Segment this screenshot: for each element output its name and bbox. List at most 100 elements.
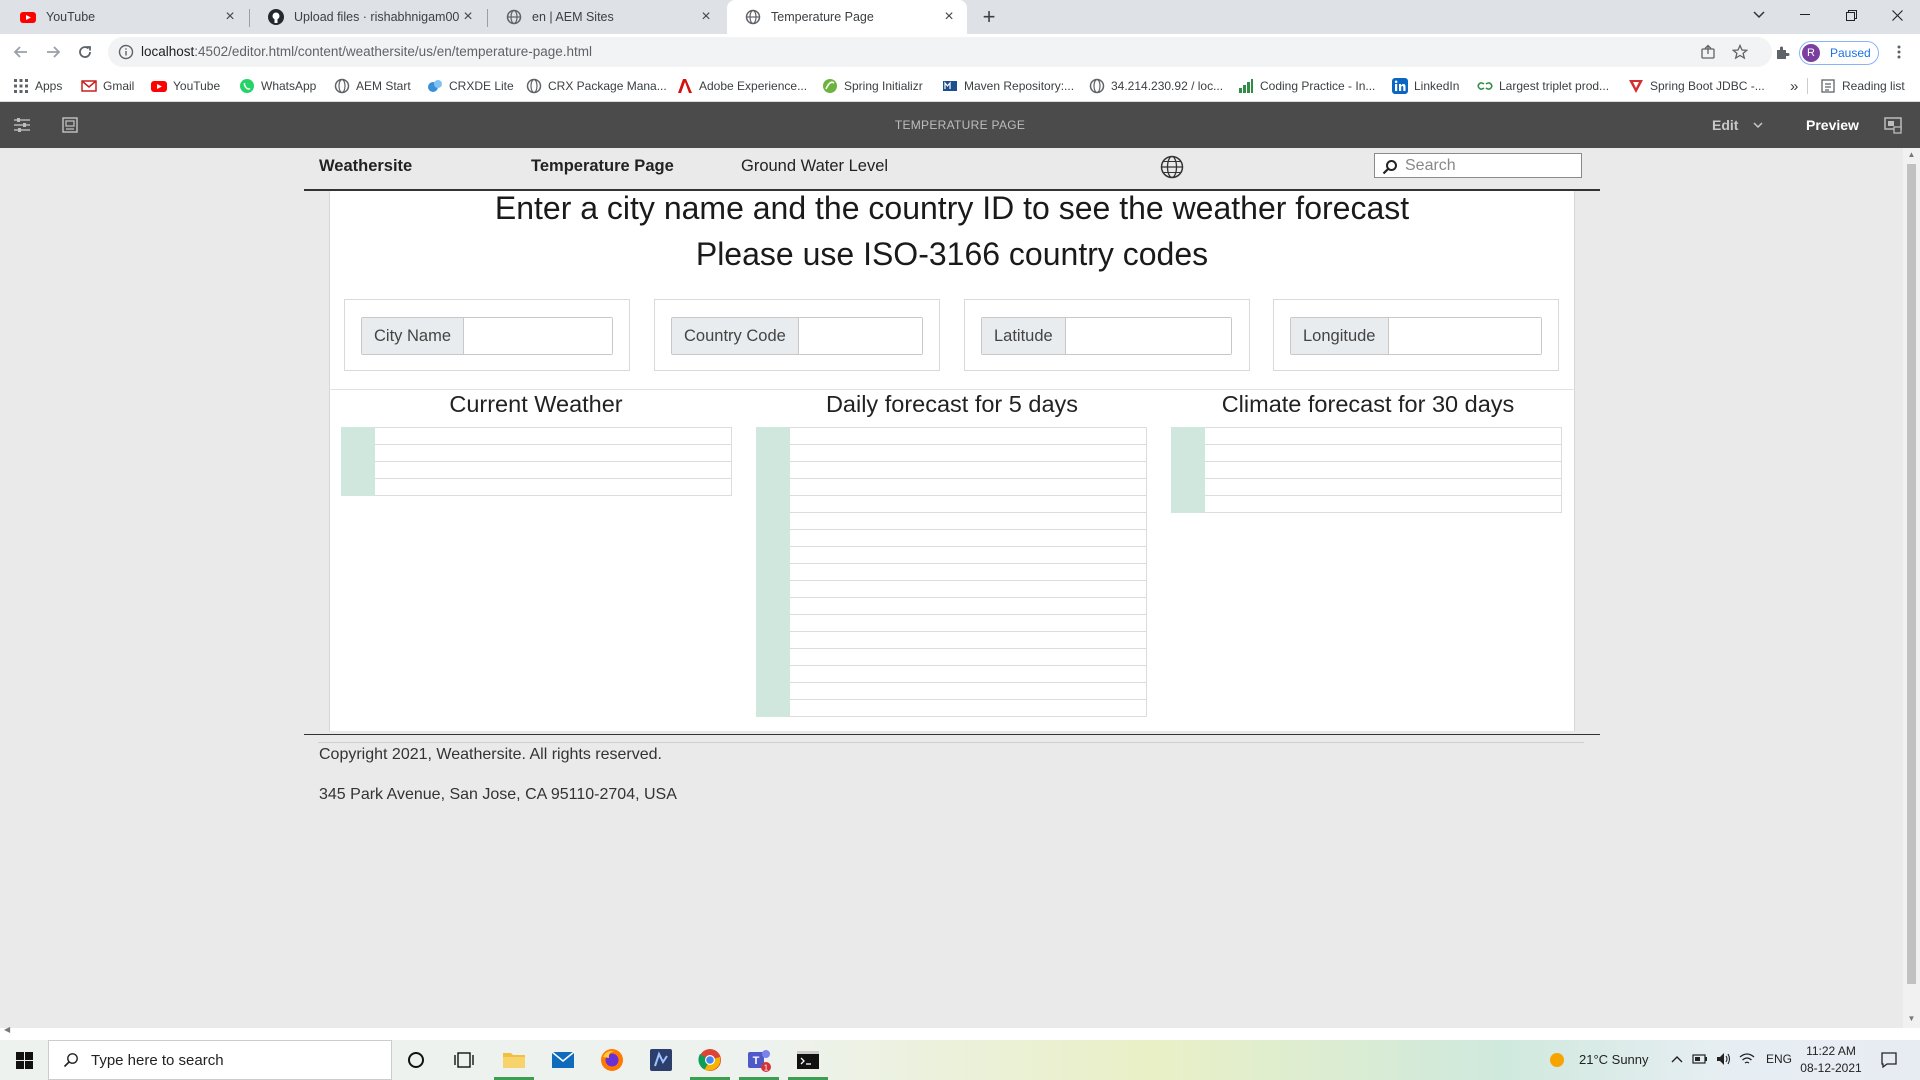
site-search-box[interactable] [1374, 153, 1582, 178]
start-button[interactable] [0, 1040, 48, 1080]
star-icon[interactable] [1732, 44, 1748, 60]
battery-icon[interactable] [1692, 1053, 1708, 1065]
eclipse-ide-button[interactable] [647, 1046, 675, 1074]
tab-aem-sites[interactable]: en | AEM Sites × [488, 0, 724, 34]
footer-divider-light [318, 742, 1584, 743]
cortana-circle-icon [408, 1052, 424, 1068]
site-brand[interactable]: Weathersite [319, 157, 412, 176]
chrome-button[interactable] [696, 1046, 724, 1074]
reading-list-button[interactable]: Reading list [1820, 70, 1905, 102]
close-icon[interactable]: × [460, 9, 476, 25]
city-name-input[interactable] [464, 318, 612, 354]
file-explorer-button[interactable] [500, 1046, 528, 1074]
taskbar-search-box[interactable]: Type here to search [48, 1040, 392, 1080]
bookmark-apps[interactable]: Apps [13, 70, 62, 102]
table-row [756, 444, 1147, 462]
bookmark-crxde-lite[interactable]: CRXDE Lite [427, 70, 514, 102]
row-label-cell [756, 631, 790, 649]
adobe-icon [678, 79, 692, 93]
row-value-cell [789, 648, 1147, 666]
language-globe-icon[interactable] [1160, 155, 1184, 179]
nav-item-temperature-page[interactable]: Temperature Page [531, 157, 674, 176]
bookmark-spring-boot-jdbc[interactable]: Spring Boot JDBC -... [1628, 70, 1765, 102]
nav-item-ground-water-level[interactable]: Ground Water Level [741, 157, 888, 176]
terminal-button[interactable] [794, 1046, 822, 1074]
reload-icon [79, 46, 91, 58]
table-row [756, 546, 1147, 564]
bookmark-gmail[interactable]: Gmail [81, 70, 134, 102]
table-row [341, 427, 732, 445]
language-indicator[interactable]: ENG [1766, 1052, 1792, 1066]
bookmark-coding-practice[interactable]: Coding Practice - In... [1238, 70, 1375, 102]
task-view-button[interactable] [450, 1046, 478, 1074]
vertical-scrollbar[interactable]: ▲ ▼ [1903, 148, 1920, 1028]
table-row [756, 427, 1147, 445]
row-label-cell [756, 529, 790, 547]
longitude-input[interactable] [1388, 318, 1541, 354]
bookmark-crx-package-manager[interactable]: CRX Package Mana... [526, 70, 667, 102]
mail-button[interactable] [549, 1046, 577, 1074]
new-tab-button[interactable]: + [977, 5, 1001, 29]
bookmark-aem-start[interactable]: AEM Start [334, 70, 411, 102]
scroll-left-arrow-icon[interactable]: ◀ [4, 1025, 10, 1034]
close-window-button[interactable] [1874, 0, 1920, 30]
bookmark-largest-triplet[interactable]: Largest triplet prod... [1477, 70, 1609, 102]
teams-button[interactable]: T1 [745, 1046, 773, 1074]
kebab-menu-icon[interactable] [1891, 44, 1907, 60]
bookmark-whatsapp[interactable]: WhatsApp [239, 70, 316, 102]
climate-forecast-title: Climate forecast for 30 days [1221, 391, 1515, 417]
tab-github-upload[interactable]: Upload files · rishabhnigam007/A × [250, 0, 486, 34]
taskbar-clock[interactable]: 11:22 AM 08-12-2021 [1796, 1043, 1866, 1077]
extensions-icon[interactable] [1774, 44, 1790, 60]
forward-button[interactable] [41, 40, 65, 64]
bookmark-youtube[interactable]: YouTube [151, 70, 220, 102]
profile-button[interactable]: R Paused [1799, 41, 1879, 65]
chevron-up-icon[interactable] [1671, 1055, 1683, 1063]
restore-button[interactable] [1828, 0, 1874, 30]
cortana-button[interactable] [402, 1046, 430, 1074]
table-row [756, 495, 1147, 513]
url-host: localhost [141, 44, 195, 59]
search-input[interactable] [1405, 156, 1577, 176]
volume-icon[interactable] [1716, 1052, 1732, 1066]
close-icon[interactable]: × [222, 9, 238, 25]
emulator-icon[interactable] [1883, 115, 1903, 135]
row-value-cell [789, 461, 1147, 479]
scroll-down-arrow-icon[interactable]: ▼ [1907, 1014, 1916, 1023]
notification-icon[interactable] [1880, 1051, 1898, 1069]
back-button[interactable] [9, 40, 33, 64]
bookmark-phpmyadmin[interactable]: 34.214.230.92 / loc... [1089, 70, 1223, 102]
bookmark-linkedin[interactable]: LinkedIn [1392, 70, 1459, 102]
tab-search-button[interactable] [1736, 0, 1782, 30]
address-bar[interactable]: localhost:4502/editor.html/content/weath… [108, 37, 1772, 67]
bookmark-maven-repository[interactable]: Maven Repository:... [942, 70, 1074, 102]
latitude-input[interactable] [1065, 318, 1231, 354]
country-code-input[interactable] [798, 318, 922, 354]
share-icon[interactable] [1700, 44, 1716, 60]
scrollbar-thumb[interactable] [1907, 164, 1916, 984]
minimize-button[interactable] [1782, 0, 1828, 30]
bookmark-spring-initializr[interactable]: Spring Initializr [822, 70, 923, 102]
wifi-icon[interactable] [1739, 1052, 1755, 1066]
scroll-up-arrow-icon[interactable]: ▲ [1907, 150, 1916, 159]
row-value-cell [789, 444, 1147, 462]
chart-bars-icon [1239, 79, 1253, 93]
chevron-down-icon[interactable] [1753, 122, 1763, 129]
weather-widget[interactable]: 21°C Sunny [1579, 1052, 1649, 1067]
more-bookmarks-button[interactable]: » [1790, 70, 1798, 102]
reload-button[interactable] [73, 40, 97, 64]
reading-list-label: Reading list [1842, 79, 1905, 93]
mode-selector[interactable]: Edit [1712, 117, 1738, 133]
close-icon[interactable]: × [698, 9, 714, 25]
preview-button[interactable]: Preview [1806, 117, 1859, 133]
row-value-cell [1204, 427, 1562, 445]
chevron-down-icon [1753, 11, 1765, 19]
sun-weather-icon[interactable] [1549, 1052, 1565, 1068]
tab-temperature-page[interactable]: Temperature Page × [727, 0, 967, 34]
info-icon[interactable] [118, 44, 134, 60]
row-label-cell [756, 682, 790, 700]
tab-youtube[interactable]: YouTube × [2, 0, 248, 34]
firefox-button[interactable] [598, 1046, 626, 1074]
close-icon[interactable]: × [941, 9, 957, 25]
bookmark-adobe-experience[interactable]: Adobe Experience... [677, 70, 807, 102]
